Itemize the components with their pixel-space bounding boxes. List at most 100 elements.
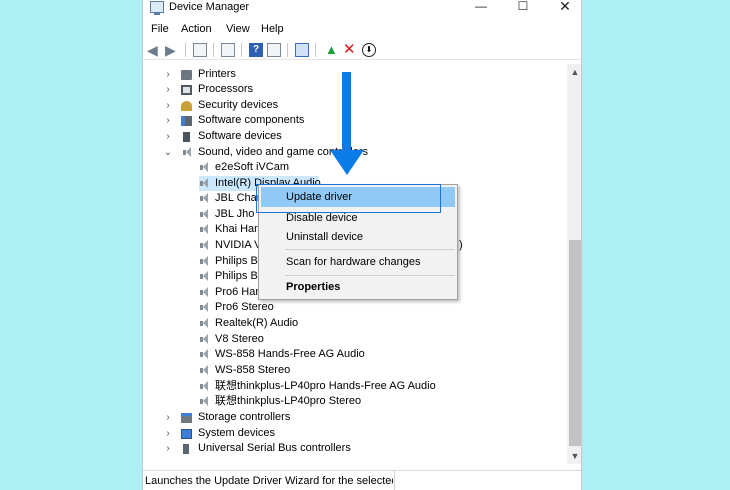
device-label: V8 Stereo [215,333,264,345]
device-label: 联想thinkplus-LP40pro Hands-Free AG Audio [215,380,436,392]
vertical-scrollbar[interactable]: ▲ ▼ [567,64,581,464]
toolbar-separator [287,43,288,57]
chevron-down-icon[interactable]: ⌄ [163,145,173,160]
uninstall-x-icon[interactable]: ✕ [343,42,357,57]
download-icon[interactable]: ⬇ [362,43,376,57]
chevron-right-icon[interactable]: › [163,67,173,82]
speaker-icon [200,349,209,360]
scroll-up-arrow-icon[interactable]: ▲ [567,66,581,78]
menu-view[interactable]: View [224,22,252,36]
storage-controller-icon [181,413,192,423]
window-title: Device Manager [169,1,250,13]
menu-bar: File Action View Help [143,20,581,38]
usb-icon [183,444,189,454]
category-label: System devices [198,427,276,439]
minimize-button[interactable]: — [461,0,501,15]
maximize-button[interactable]: ☐ [503,0,543,15]
category-label: Printers [198,68,236,80]
category-label: Processors [198,83,254,95]
speaker-icon [200,396,209,407]
show-hide-tree-icon[interactable] [193,43,207,57]
tree-device-row[interactable]: Realtek(R) Audio [143,316,567,331]
status-bar: Launches the Update Driver Wizard for th… [143,470,581,490]
system-device-icon [181,429,192,439]
menu-help[interactable]: Help [259,22,286,36]
context-menu-scan-hardware[interactable]: Scan for hardware changes [261,252,455,272]
software-component-icon [181,116,192,126]
annotation-arrow-shaft [342,72,351,152]
device-label: Pro6 Stereo [215,301,274,313]
device-label: Realtek(R) Audio [215,317,299,329]
tree-category-system-devices[interactable]: › System devices [143,426,567,441]
device-manager-icon [150,1,164,15]
annotation-arrow-head [330,150,364,175]
speaker-icon [200,162,209,173]
context-menu-properties[interactable]: Properties [261,277,455,297]
speaker-icon [200,318,209,329]
tree-device-row[interactable]: WS-858 Hands-Free AG Audio [143,347,567,362]
help-icon[interactable]: ? [249,43,263,57]
speaker-icon [200,256,209,267]
speaker-icon [200,209,209,220]
software-device-icon [183,132,190,142]
category-label: Storage controllers [198,411,291,423]
speaker-icon [200,365,209,376]
speaker-icon [200,271,209,282]
device-label: Khai Han [215,223,261,235]
tree-device-row[interactable]: V8 Stereo [143,332,567,347]
scrollbar-thumb[interactable] [569,240,581,446]
category-label: Software components [198,114,305,126]
chevron-right-icon[interactable]: › [163,98,173,113]
speaker-icon [200,178,209,189]
toolbar: ◀ ▶ ? ▲ ✕ ⬇ [143,40,581,60]
speaker-icon [200,287,209,298]
chevron-right-icon[interactable]: › [163,82,173,97]
close-button[interactable]: ✕ [545,0,581,15]
tree-device-row[interactable]: 联想thinkplus-LP40pro Stereo [143,394,567,409]
toolbar-separator [185,43,186,57]
context-menu-separator [285,249,455,250]
category-label: Universal Serial Bus controllers [198,442,351,454]
device-label: NVIDIA V [215,239,262,251]
chevron-right-icon[interactable]: › [163,129,173,144]
category-label: Security devices [198,99,279,111]
speaker-icon [200,193,209,204]
scroll-down-arrow-icon[interactable]: ▼ [567,450,581,462]
chevron-right-icon[interactable]: › [163,426,173,441]
chevron-right-icon[interactable]: › [163,113,173,128]
context-menu-uninstall-device[interactable]: Uninstall device [261,227,455,247]
toolbar-separator [315,43,316,57]
device-label: 联想thinkplus-LP40pro Stereo [215,395,362,407]
speaker-icon [183,147,192,158]
category-label: Software devices [198,130,282,142]
status-separator [394,471,395,490]
speaker-icon [200,334,209,345]
tree-device-row[interactable]: WS-858 Stereo [143,363,567,378]
forward-arrow-icon[interactable]: ▶ [165,43,179,57]
device-label: e2eSoft iVCam [215,161,289,173]
printer-icon [181,70,192,80]
status-text: Launches the Update Driver Wizard for th… [145,475,393,487]
truncated-text: ) [459,239,463,251]
chevron-right-icon[interactable]: › [163,441,173,456]
back-arrow-icon[interactable]: ◀ [147,43,161,57]
annotation-highlight-box [256,184,441,213]
tree-category-usb-controllers[interactable]: › Universal Serial Bus controllers [143,441,567,456]
speaker-icon [200,224,209,235]
toolbar-separator [213,43,214,57]
monitor-scan-icon[interactable] [295,43,309,57]
annotation-arrow-icon [330,72,364,176]
speaker-icon [200,240,209,251]
update-driver-icon[interactable]: ▲ [325,43,339,57]
chevron-right-icon[interactable]: › [163,410,173,425]
tree-device-row[interactable]: Pro6 Stereo [143,300,567,315]
menu-action[interactable]: Action [179,22,214,36]
security-key-icon [181,101,192,111]
properties-icon[interactable] [221,43,235,57]
menu-file[interactable]: File [149,22,171,36]
action-pane-icon[interactable] [267,43,281,57]
title-bar: Device Manager — ☐ ✕ [143,0,581,15]
tree-category-storage-controllers[interactable]: › Storage controllers [143,410,567,425]
tree-device-row[interactable]: 联想thinkplus-LP40pro Hands-Free AG Audio [143,379,567,394]
speaker-icon [200,381,209,392]
